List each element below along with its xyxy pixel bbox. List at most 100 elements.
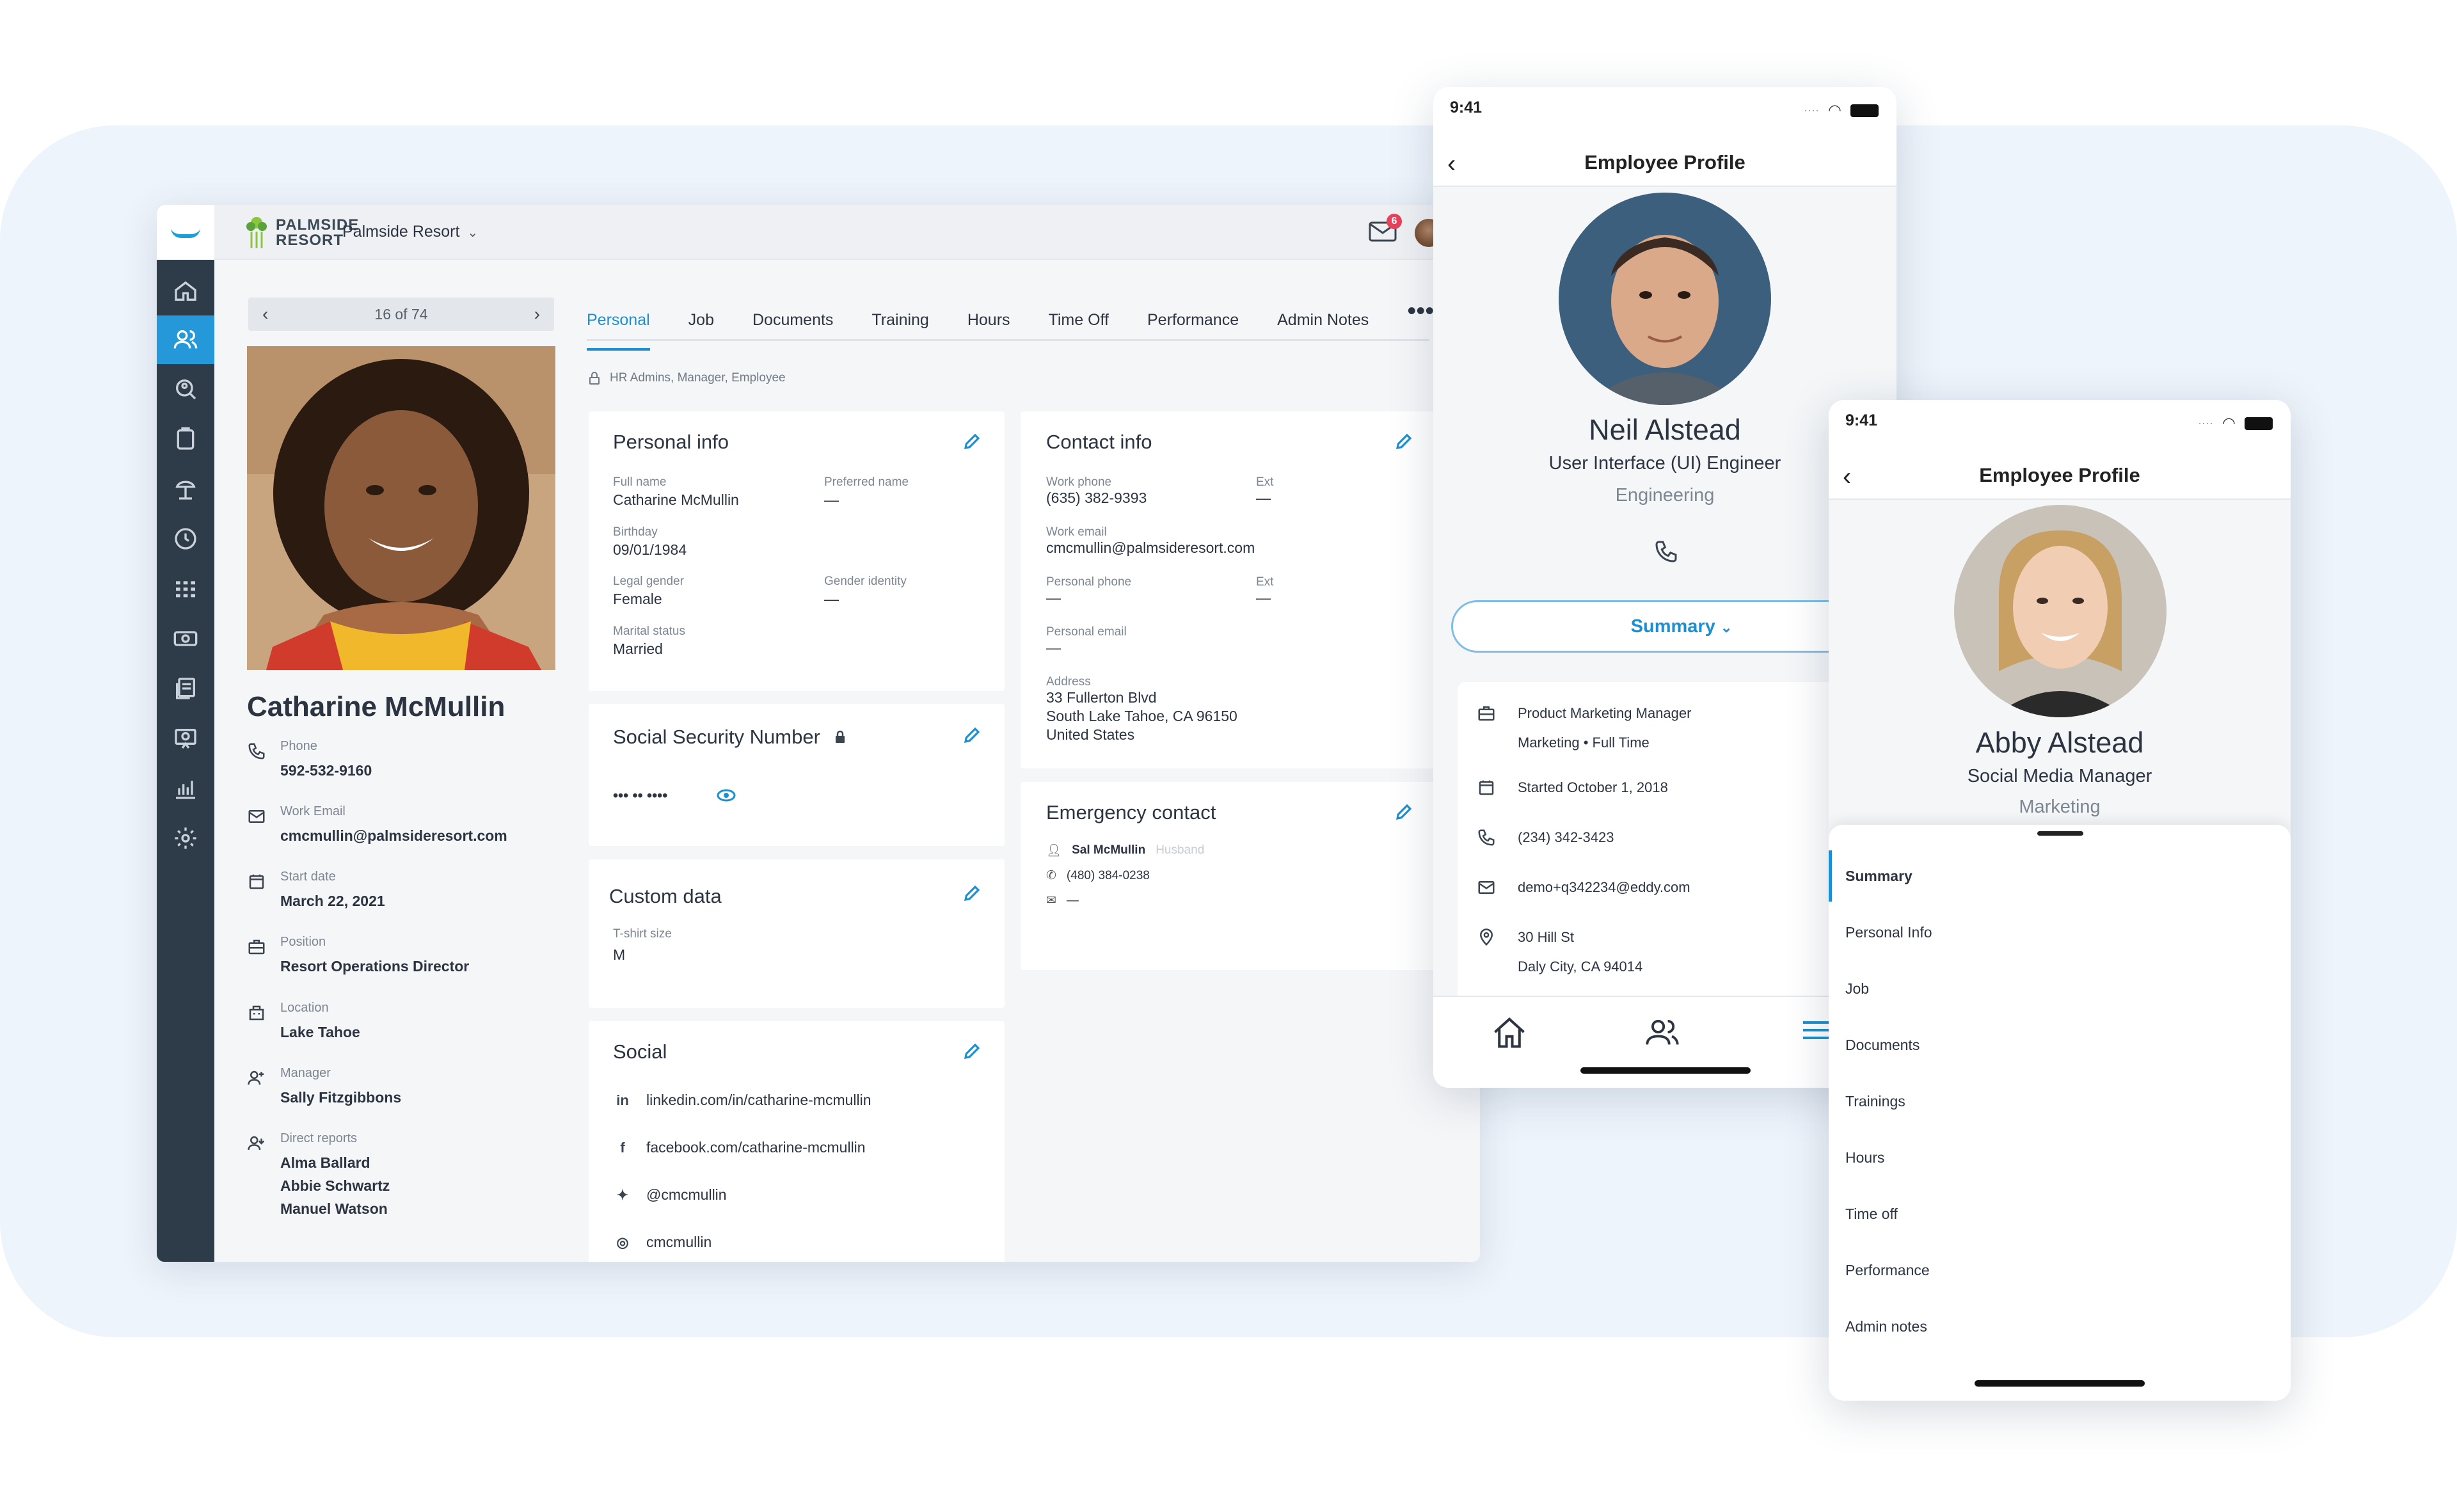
beach-icon[interactable] <box>157 465 214 513</box>
people-icon[interactable] <box>1644 1016 1680 1048</box>
emergency-email: — <box>1066 893 1079 907</box>
tab-hours[interactable]: Hours <box>967 301 1010 339</box>
detail-value: Manuel Watson <box>280 1200 388 1217</box>
edit-icon[interactable] <box>1394 432 1413 451</box>
emergency-name: Sal McMullin <box>1072 843 1146 857</box>
menu-personal-info[interactable]: Personal Info <box>1829 907 2291 958</box>
sheet-grabber[interactable] <box>2037 831 2083 836</box>
menu-icon[interactable] <box>1803 1021 1831 1039</box>
card-title: Social Security Number <box>613 726 847 749</box>
edit-icon[interactable] <box>962 726 982 745</box>
tab-job[interactable]: Job <box>688 301 714 339</box>
phone-row[interactable]: (234) 342-3423 <box>1477 823 1614 852</box>
ssn-masked-value: ••• •• •••• <box>613 787 668 804</box>
prev-arrow-icon[interactable]: ‹ <box>262 304 268 324</box>
job-meta: Marketing • Full Time <box>1518 735 1650 751</box>
reports-icon[interactable] <box>157 764 214 813</box>
grid-icon[interactable] <box>157 564 214 613</box>
app-logo[interactable] <box>157 205 214 260</box>
documents-icon[interactable] <box>157 664 214 713</box>
tab-admin-notes[interactable]: Admin Notes <box>1277 301 1369 339</box>
employee-name: Catharine McMullin <box>247 691 505 722</box>
detail-label: Manager <box>280 1066 331 1080</box>
training-icon[interactable] <box>157 714 214 763</box>
field-value: — <box>1256 589 1271 606</box>
employee-photo <box>247 346 555 670</box>
tab-personal[interactable]: Personal <box>587 301 650 351</box>
home-indicator <box>1580 1067 1751 1074</box>
phone-icon <box>1478 829 1495 846</box>
tab-training[interactable]: Training <box>871 301 928 339</box>
social-facebook[interactable]: f facebook.com/catharine-mcmullin <box>613 1139 865 1156</box>
call-phone-icon[interactable] <box>1653 539 1679 564</box>
field-value: 33 Fullerton Blvd <box>1046 689 1157 706</box>
emergency-email-row: ✉ — <box>1046 893 1079 908</box>
money-icon[interactable] <box>157 614 214 663</box>
edit-icon[interactable] <box>962 884 982 903</box>
detail-email: Work Email cmcmullin@palmsideresort.com <box>247 804 507 847</box>
card-title: Contact info <box>1046 431 1152 453</box>
field-value: South Lake Tahoe, CA 96150 <box>1046 708 1237 724</box>
clipboard-icon[interactable] <box>157 415 214 463</box>
menu-hours[interactable]: Hours <box>1829 1132 2291 1183</box>
settings-icon[interactable] <box>157 814 214 863</box>
ssn-title-text: Social Security Number <box>613 726 820 748</box>
company-selector[interactable]: Palmside Resort ⌄ <box>342 223 478 241</box>
menu-trainings[interactable]: Trainings <box>1829 1076 2291 1127</box>
social-linkedin[interactable]: in linkedin.com/in/catharine-mcmullin <box>613 1092 871 1109</box>
menu-performance[interactable]: Performance <box>1829 1245 2291 1296</box>
tab-performance[interactable]: Performance <box>1147 301 1239 339</box>
eye-icon[interactable] <box>717 787 736 804</box>
briefcase-icon <box>1478 706 1495 721</box>
menu-summary[interactable]: Summary <box>1829 850 2291 902</box>
social-link-text: linkedin.com/in/catharine-mcmullin <box>646 1092 871 1108</box>
edit-icon[interactable] <box>1394 802 1413 822</box>
social-twitter[interactable]: ✦ @cmcmullin <box>613 1186 727 1204</box>
menu-admin-notes[interactable]: Admin notes <box>1829 1301 2291 1352</box>
edit-icon[interactable] <box>962 432 982 451</box>
field-label: Full name <box>613 475 667 489</box>
detail-value: cmcmullin@palmsideresort.com <box>280 827 507 844</box>
social-instagram[interactable]: ◎ cmcmullin <box>613 1234 712 1251</box>
field-value: M <box>613 946 626 963</box>
home-indicator <box>1975 1380 2145 1387</box>
status-bar: 9:41 ···· ◠ <box>1829 400 2291 451</box>
edit-icon[interactable] <box>962 1042 982 1061</box>
people-icon[interactable] <box>157 315 214 364</box>
field-value: United States <box>1046 726 1135 743</box>
more-tabs-icon[interactable]: ••• <box>1407 297 1434 339</box>
profile-role: User Interface (UI) Engineer <box>1548 453 1781 473</box>
menu-job[interactable]: Job <box>1829 963 2291 1014</box>
contact-info-card: Contact info Work phone (635) 382-9393 E… <box>1021 411 1436 768</box>
emergency-contact-card: Emergency contact 👤︎ Sal McMullin Husban… <box>1021 782 1436 970</box>
mail-icon[interactable]: 6 <box>1369 214 1402 243</box>
home-icon[interactable] <box>157 267 214 315</box>
next-arrow-icon[interactable]: › <box>534 304 540 324</box>
field-label: Legal gender <box>613 575 684 588</box>
menu-time-off[interactable]: Time off <box>1829 1188 2291 1239</box>
menu-documents[interactable]: Documents <box>1829 1019 2291 1070</box>
detail-value: Lake Tahoe <box>280 1024 360 1040</box>
profile-dept: Marketing <box>2019 797 2101 817</box>
email-text: demo+q342234@eddy.com <box>1518 879 1690 895</box>
search-people-icon[interactable] <box>157 365 214 413</box>
detail-label: Position <box>280 935 326 949</box>
tab-time-off[interactable]: Time Off <box>1049 301 1109 339</box>
job-title: Product Marketing Manager <box>1518 705 1692 721</box>
status-time: 9:41 <box>1450 99 1483 116</box>
clock-icon[interactable] <box>157 514 214 563</box>
social-link-text: cmcmullin <box>646 1234 712 1250</box>
tab-documents[interactable]: Documents <box>752 301 833 339</box>
email-row[interactable]: demo+q342234@eddy.com <box>1477 873 1690 902</box>
battery-icon <box>2245 417 2273 430</box>
pager-text: 16 of 74 <box>374 305 428 322</box>
profile-role: Social Media Manager <box>1967 766 2152 786</box>
field-value: Married <box>613 641 663 657</box>
field-value: Female <box>613 591 662 607</box>
field-label: Birthday <box>613 525 658 539</box>
field-label: Work email <box>1046 525 1107 539</box>
phone-text: (234) 342-3423 <box>1518 829 1614 845</box>
twitter-icon: ✦ <box>616 1186 629 1203</box>
home-icon[interactable] <box>1492 1016 1527 1048</box>
field-value: — <box>1046 639 1061 656</box>
